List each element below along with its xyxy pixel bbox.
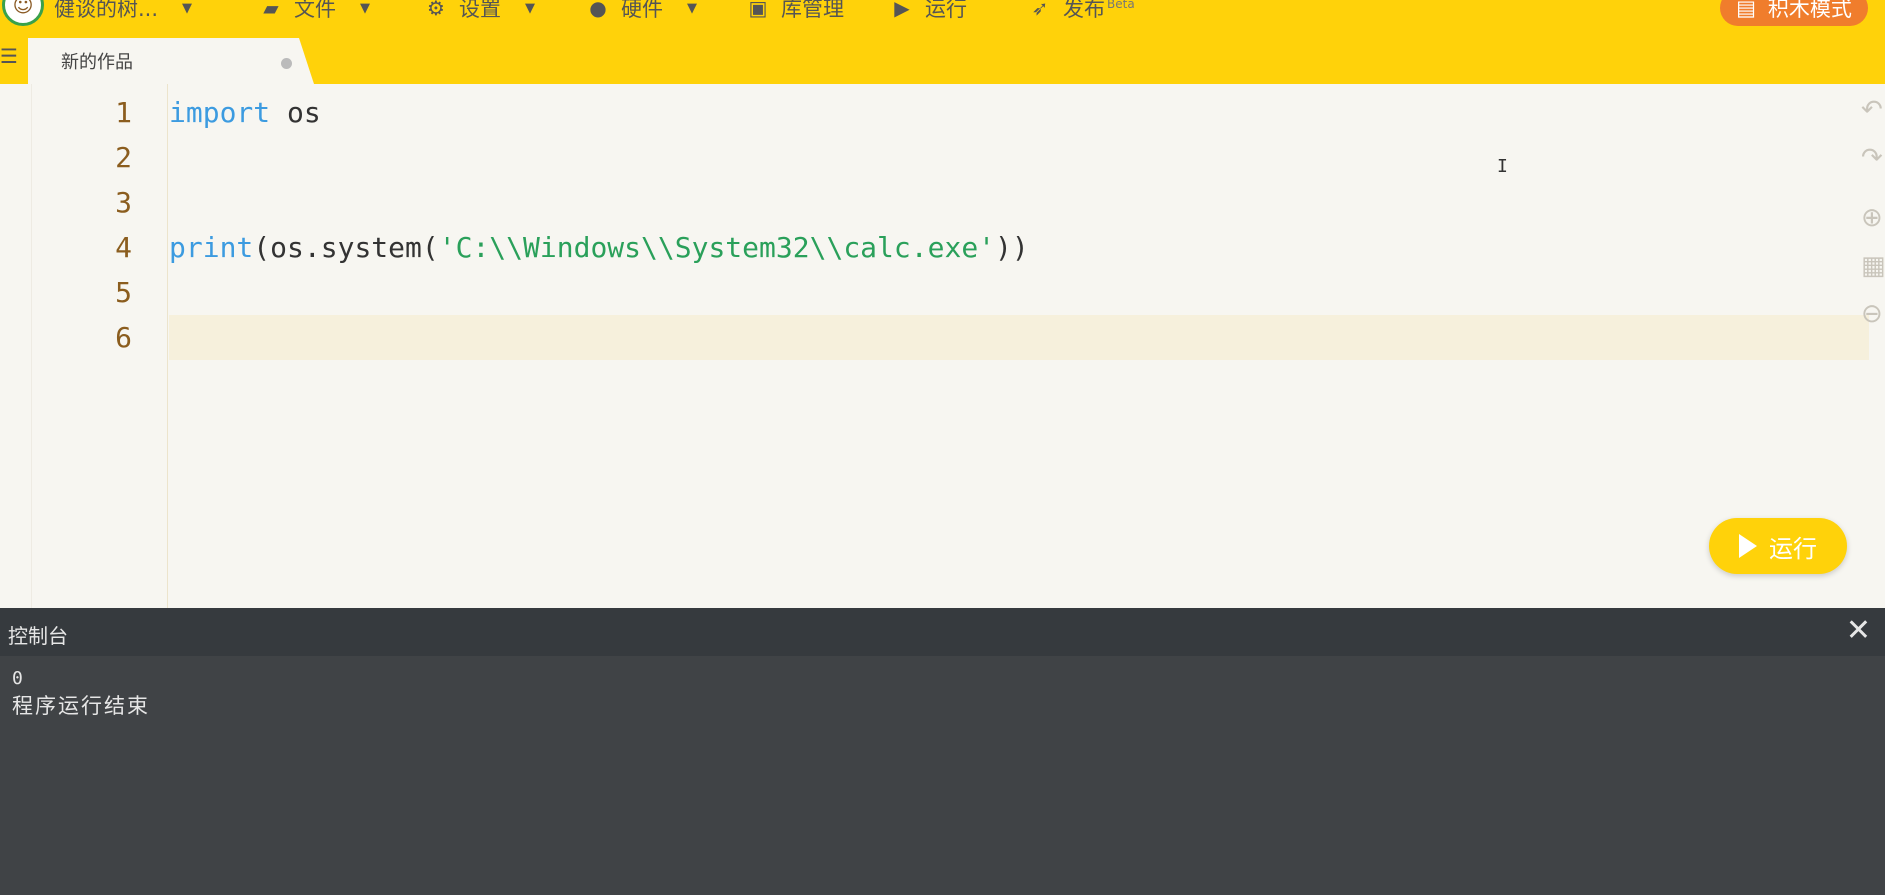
- block-mode-label: 积木模式: [1767, 0, 1852, 21]
- tab-title: 新的作品: [61, 52, 133, 73]
- console-header: 控制台 ✕: [0, 608, 1885, 656]
- block-mode-button[interactable]: ▤ 积木模式: [1720, 0, 1868, 26]
- user-avatar[interactable]: ☺: [2, 0, 44, 26]
- code-line-6-active[interactable]: [169, 315, 1869, 360]
- close-icon[interactable]: ✕: [1846, 614, 1871, 648]
- hardware-icon: ●: [589, 0, 607, 20]
- zoom-out-icon[interactable]: ⊖: [1861, 300, 1885, 328]
- menu-library[interactable]: ▣ 库管理: [745, 0, 844, 21]
- line-number: 3: [115, 186, 132, 219]
- library-icon: ▣: [748, 0, 768, 20]
- gutter-divider: [31, 84, 32, 608]
- line-number: 6: [115, 321, 132, 354]
- console-title: 控制台: [8, 624, 68, 648]
- code-text: )): [995, 231, 1029, 264]
- line-number: 4: [115, 231, 132, 264]
- line-number: 5: [115, 276, 132, 309]
- console-line: 程序运行结束: [12, 694, 150, 718]
- code-editor[interactable]: 1 2 3 4 5 6 import os print(os.system('C…: [0, 84, 1885, 608]
- code-text: os: [270, 96, 321, 129]
- run-button-label: 运行: [1769, 534, 1817, 563]
- user-menu[interactable]: 健谈的树... ▼: [54, 0, 193, 21]
- sidebar-toggle-icon[interactable]: ☰: [0, 44, 22, 68]
- console-line: 0: [12, 668, 23, 689]
- code-text: (os.system(: [253, 231, 439, 264]
- play-icon: [1739, 534, 1757, 558]
- string-literal: 'C:\\Windows\\System32\\calc.exe': [438, 231, 996, 264]
- code-line-1[interactable]: import os: [169, 90, 1869, 135]
- blocks-icon: ▤: [1736, 0, 1756, 20]
- menu-file-label: 文件: [294, 0, 336, 21]
- gear-icon: ⚙: [427, 0, 445, 20]
- code-line-3[interactable]: [169, 180, 1869, 225]
- code-line-4[interactable]: print(os.system('C:\\Windows\\System32\\…: [169, 225, 1869, 270]
- code-line-5[interactable]: [169, 270, 1869, 315]
- chevron-down-icon: ▼: [182, 0, 193, 16]
- menu-library-label: 库管理: [781, 0, 844, 21]
- folder-icon: ▰: [263, 0, 279, 20]
- unsaved-dot-icon[interactable]: [281, 58, 292, 69]
- menu-hardware[interactable]: ● 硬件 ▼: [585, 0, 697, 21]
- top-menu-bar: ☺ 健谈的树... ▼ ▰ 文件 ▼ ⚙ 设置 ▼ ● 硬件 ▼ ▣ 库管理 ▶…: [0, 0, 1885, 26]
- code-line-2[interactable]: [169, 135, 1869, 180]
- tab-new-project[interactable]: 新的作品: [28, 38, 314, 84]
- chevron-down-icon: ▼: [525, 0, 535, 16]
- keyword-print: print: [169, 231, 254, 264]
- line-gutter: 1 2 3 4 5 6: [0, 84, 168, 608]
- reset-zoom-icon[interactable]: ▦: [1861, 252, 1885, 280]
- user-name: 健谈的树...: [54, 0, 159, 21]
- play-icon: ▶: [894, 0, 910, 20]
- undo-icon[interactable]: ↶: [1861, 96, 1885, 124]
- keyword-import: import: [169, 96, 271, 129]
- console-output[interactable]: 0 程序运行结束: [0, 656, 1885, 895]
- run-button[interactable]: 运行: [1709, 518, 1847, 574]
- menu-hardware-label: 硬件: [621, 0, 663, 21]
- line-number: 2: [115, 141, 132, 174]
- menu-run[interactable]: ▶ 运行: [889, 0, 967, 21]
- menu-run-label: 运行: [925, 0, 967, 21]
- redo-icon[interactable]: ↷: [1861, 144, 1885, 172]
- line-number: 1: [115, 96, 132, 129]
- chevron-down-icon: ▼: [360, 0, 370, 16]
- chevron-down-icon: ▼: [687, 0, 697, 16]
- rocket-icon: ➶: [1031, 0, 1049, 20]
- menu-settings[interactable]: ⚙ 设置 ▼: [423, 0, 535, 21]
- menu-publish[interactable]: ➶ 发布 Beta: [1027, 0, 1135, 21]
- editor-toolbar: ↶ ↷ ⊕ ▦ ⊖: [1855, 84, 1885, 344]
- beta-badge: Beta: [1107, 0, 1135, 11]
- menu-file[interactable]: ▰ 文件 ▼: [258, 0, 370, 21]
- menu-settings-label: 设置: [459, 0, 501, 21]
- tab-bar: ☰ 新的作品: [0, 26, 1885, 84]
- text-cursor-icon: I: [1497, 156, 1508, 177]
- menu-publish-label: 发布: [1063, 0, 1105, 21]
- zoom-in-icon[interactable]: ⊕: [1861, 204, 1885, 232]
